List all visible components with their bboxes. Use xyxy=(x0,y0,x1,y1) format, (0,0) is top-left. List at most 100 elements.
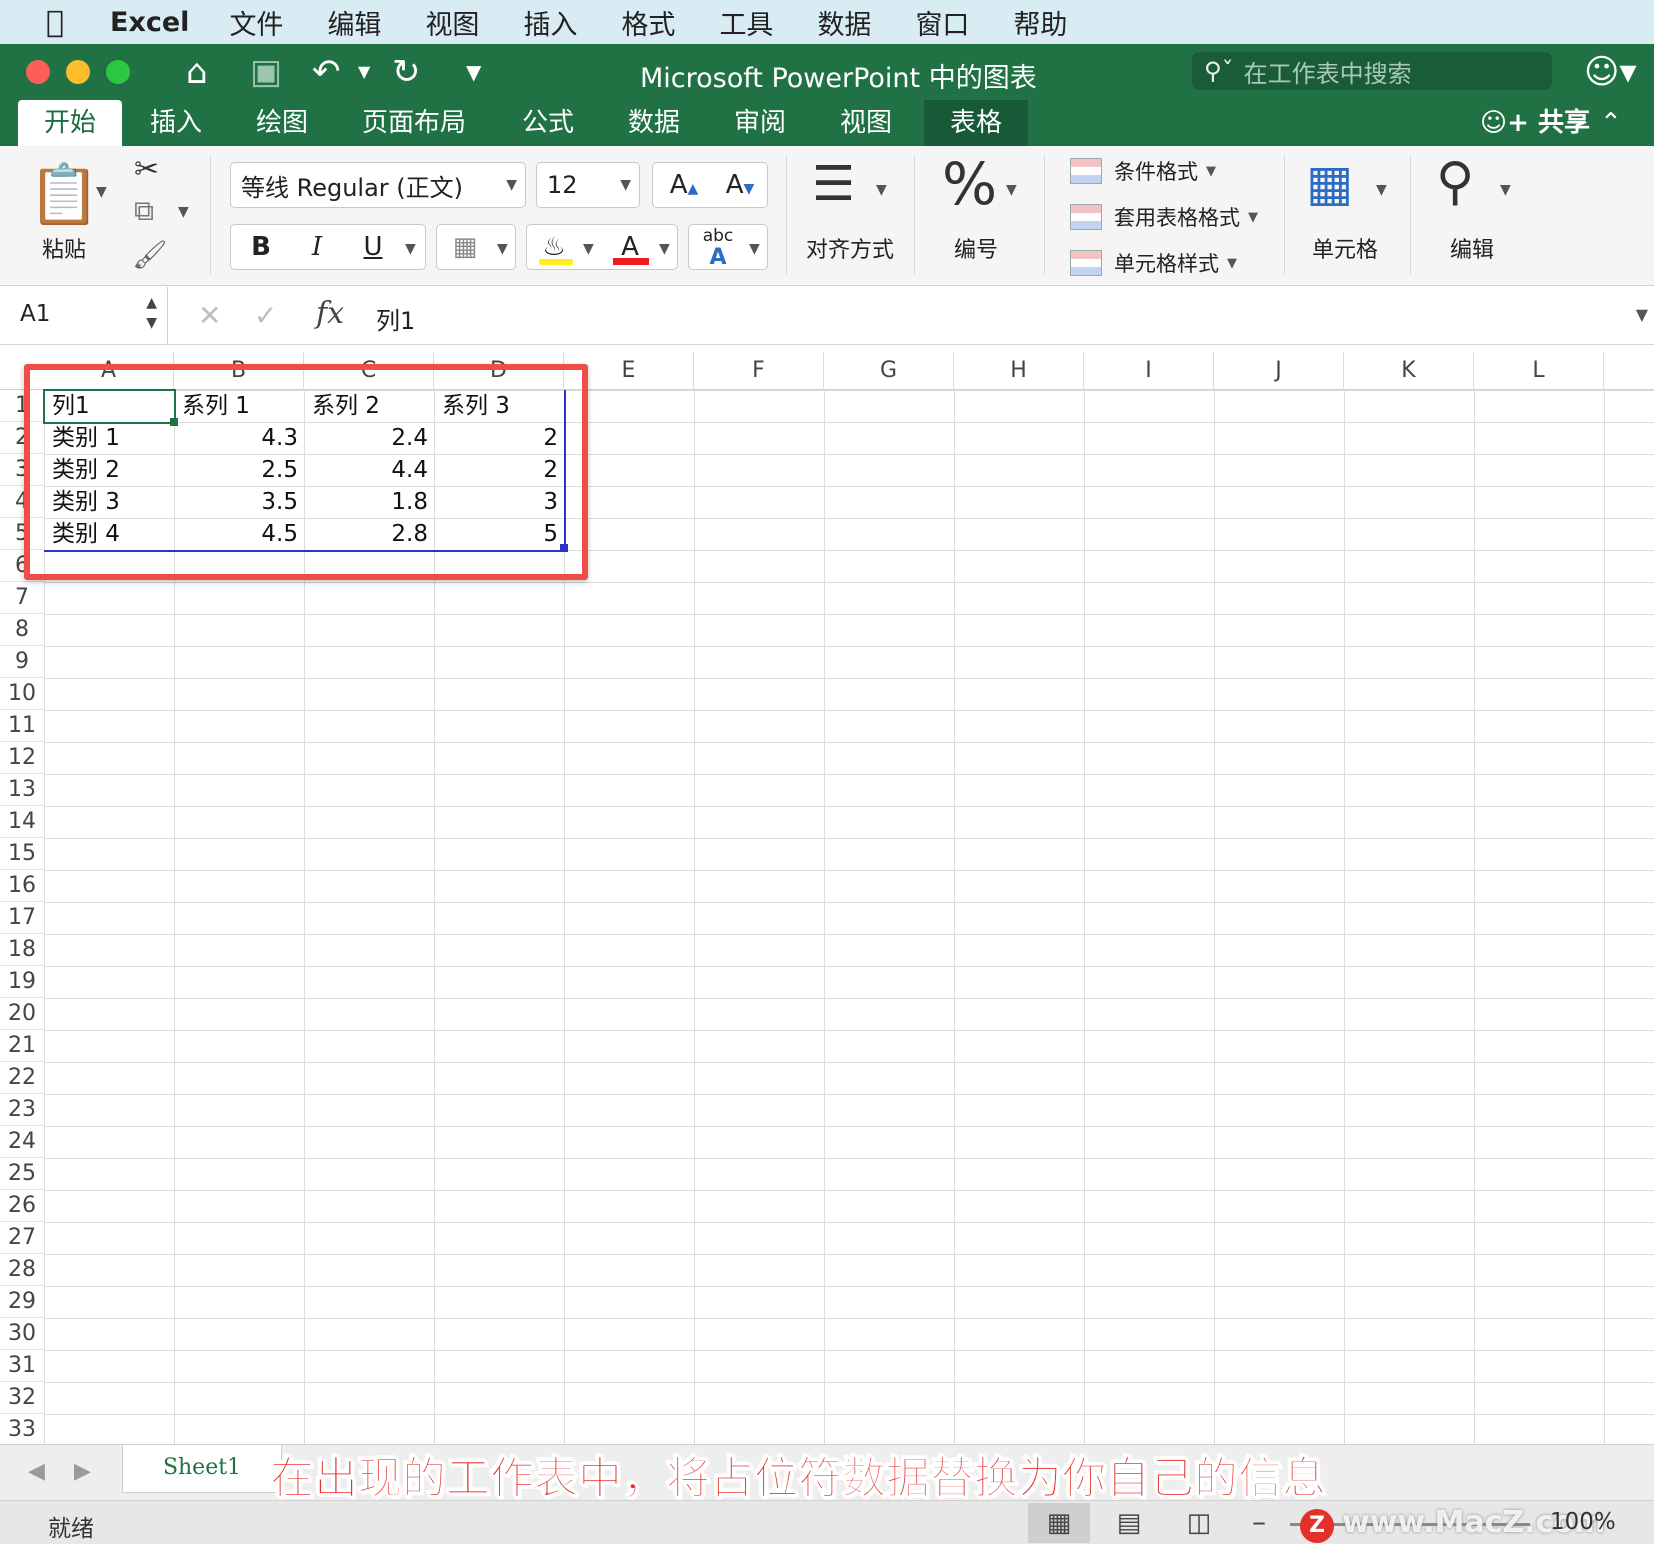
font-color-dropdown-icon[interactable]: ▼ xyxy=(659,241,670,257)
column-header[interactable]: H xyxy=(954,352,1084,390)
apple-logo-icon[interactable]:  xyxy=(0,5,110,40)
cancel-entry-icon[interactable]: ✕ xyxy=(198,299,221,332)
zoom-out-icon[interactable]: – xyxy=(1252,1505,1266,1538)
sheet-tab-sheet1[interactable]: Sheet1 xyxy=(122,1445,282,1493)
cut-icon[interactable]: ✂ xyxy=(134,152,159,187)
column-header[interactable]: I xyxy=(1084,352,1214,390)
collapse-ribbon-icon[interactable]: ⌃ xyxy=(1600,100,1622,146)
menu-help[interactable]: 帮助 xyxy=(1013,3,1067,42)
row-header[interactable]: 10 xyxy=(0,678,44,710)
format-as-table-button[interactable]: 套用表格格式 ▼ xyxy=(1070,202,1258,232)
editing-dropdown-icon[interactable]: ▼ xyxy=(1500,182,1511,198)
redo-icon[interactable]: ↻ xyxy=(392,52,421,92)
paste-dropdown-icon[interactable]: ▼ xyxy=(96,184,107,200)
tab-data[interactable]: 数据 xyxy=(602,100,706,146)
tab-review[interactable]: 审阅 xyxy=(708,100,812,146)
copy-icon[interactable]: ⧉ xyxy=(134,194,154,228)
menu-format[interactable]: 格式 xyxy=(621,3,675,42)
row-header[interactable]: 26 xyxy=(0,1190,44,1222)
row-header[interactable]: 7 xyxy=(0,582,44,614)
row-header[interactable]: 31 xyxy=(0,1350,44,1382)
tab-insert[interactable]: 插入 xyxy=(124,100,228,146)
row-header[interactable]: 14 xyxy=(0,806,44,838)
menu-app-name[interactable]: Excel xyxy=(110,7,189,38)
row-header[interactable]: 18 xyxy=(0,934,44,966)
row-header[interactable]: 30 xyxy=(0,1318,44,1350)
undo-icon[interactable]: ↶ xyxy=(312,52,341,92)
tab-page-layout[interactable]: 页面布局 xyxy=(336,100,492,146)
font-size-dropdown[interactable]: 12 ▼ xyxy=(536,162,640,208)
underline-dropdown-icon[interactable]: ▼ xyxy=(405,241,416,257)
share-button[interactable]: ☺+ 共享 xyxy=(1480,100,1590,146)
cells-dropdown-icon[interactable]: ▼ xyxy=(1376,182,1387,198)
zoom-window-button[interactable] xyxy=(106,60,130,84)
confirm-entry-icon[interactable]: ✓ xyxy=(254,299,277,332)
save-icon[interactable]: ▣ xyxy=(250,52,282,92)
menu-tools[interactable]: 工具 xyxy=(719,3,773,42)
menu-insert[interactable]: 插入 xyxy=(523,3,577,42)
column-header[interactable]: K xyxy=(1344,352,1474,390)
row-header[interactable]: 28 xyxy=(0,1254,44,1286)
customize-toolbar-icon[interactable]: ▼ xyxy=(466,60,481,84)
column-header[interactable]: G xyxy=(824,352,954,390)
row-header[interactable]: 24 xyxy=(0,1126,44,1158)
font-name-dropdown[interactable]: 等线 Regular (正文) ▼ xyxy=(230,162,526,208)
number-dropdown-icon[interactable]: ▼ xyxy=(1006,182,1017,198)
menu-file[interactable]: 文件 xyxy=(229,3,283,42)
tab-draw[interactable]: 绘图 xyxy=(230,100,334,146)
row-header[interactable]: 33 xyxy=(0,1414,44,1444)
page-break-view-icon[interactable]: ◫ xyxy=(1168,1503,1230,1543)
format-painter-icon[interactable]: 🖌 xyxy=(132,238,168,271)
feedback-smiley-icon[interactable]: ☺▾ xyxy=(1584,52,1637,92)
phonetic-dropdown-icon[interactable]: ▼ xyxy=(749,241,760,257)
minimize-window-button[interactable] xyxy=(66,60,90,84)
italic-button[interactable]: I xyxy=(291,225,343,269)
row-header[interactable]: 29 xyxy=(0,1286,44,1318)
row-header[interactable]: 8 xyxy=(0,614,44,646)
borders-button[interactable]: ▦ ▼ xyxy=(436,224,516,270)
row-header[interactable]: 27 xyxy=(0,1222,44,1254)
column-header[interactable]: F xyxy=(694,352,824,390)
font-color-button[interactable]: A xyxy=(607,225,653,269)
row-header[interactable]: 11 xyxy=(0,710,44,742)
column-header[interactable]: J xyxy=(1214,352,1344,390)
menu-data[interactable]: 数据 xyxy=(817,3,871,42)
home-icon[interactable]: ⌂ xyxy=(186,52,208,92)
fill-color-icon[interactable]: ♨ xyxy=(531,225,577,269)
tab-formulas[interactable]: 公式 xyxy=(496,100,600,146)
formula-input[interactable]: 列1 xyxy=(376,301,415,336)
borders-dropdown-icon[interactable]: ▼ xyxy=(497,241,508,257)
sheet-search-box[interactable]: ⚲ˇ 在工作表中搜索 xyxy=(1192,52,1552,90)
copy-dropdown-icon[interactable]: ▼ xyxy=(178,204,189,220)
insert-function-icon[interactable]: fx xyxy=(316,296,344,331)
row-header[interactable]: 25 xyxy=(0,1158,44,1190)
cell-styles-button[interactable]: 单元格样式 ▼ xyxy=(1070,248,1237,278)
menu-window[interactable]: 窗口 xyxy=(915,3,969,42)
row-header[interactable]: 12 xyxy=(0,742,44,774)
underline-button[interactable]: U xyxy=(347,225,399,269)
undo-dropdown-icon[interactable]: ▼ xyxy=(358,62,370,81)
row-header[interactable]: 13 xyxy=(0,774,44,806)
menu-edit[interactable]: 编辑 xyxy=(327,3,381,42)
cells-icon[interactable]: ▦ xyxy=(1306,154,1353,212)
normal-view-icon[interactable]: ▦ xyxy=(1028,1503,1090,1543)
tab-home[interactable]: 开始 xyxy=(18,100,123,146)
expand-formula-bar-icon[interactable]: ▼ xyxy=(1636,305,1648,324)
tab-table[interactable]: 表格 xyxy=(924,100,1029,146)
menu-view[interactable]: 视图 xyxy=(425,3,479,42)
decrease-font-size-button[interactable]: A▼ xyxy=(713,163,767,207)
number-format-icon[interactable]: % xyxy=(942,150,997,218)
column-header[interactable]: L xyxy=(1474,352,1604,390)
row-header[interactable]: 20 xyxy=(0,998,44,1030)
conditional-formatting-button[interactable]: 条件格式 ▼ xyxy=(1070,156,1216,186)
close-window-button[interactable] xyxy=(26,60,50,84)
row-header[interactable]: 22 xyxy=(0,1062,44,1094)
row-header[interactable]: 9 xyxy=(0,646,44,678)
bold-button[interactable]: B xyxy=(235,225,287,269)
row-header[interactable]: 21 xyxy=(0,1030,44,1062)
worksheet-grid[interactable]: A B C D E F G H I J K L 1 2 3 4 5 6 7 8 9 10 11 12 1… xyxy=(0,352,1654,1444)
row-header[interactable]: 17 xyxy=(0,902,44,934)
previous-sheet-icon[interactable]: ◀ xyxy=(28,1459,45,1484)
row-header[interactable]: 15 xyxy=(0,838,44,870)
alignment-dropdown-icon[interactable]: ▼ xyxy=(876,182,887,198)
